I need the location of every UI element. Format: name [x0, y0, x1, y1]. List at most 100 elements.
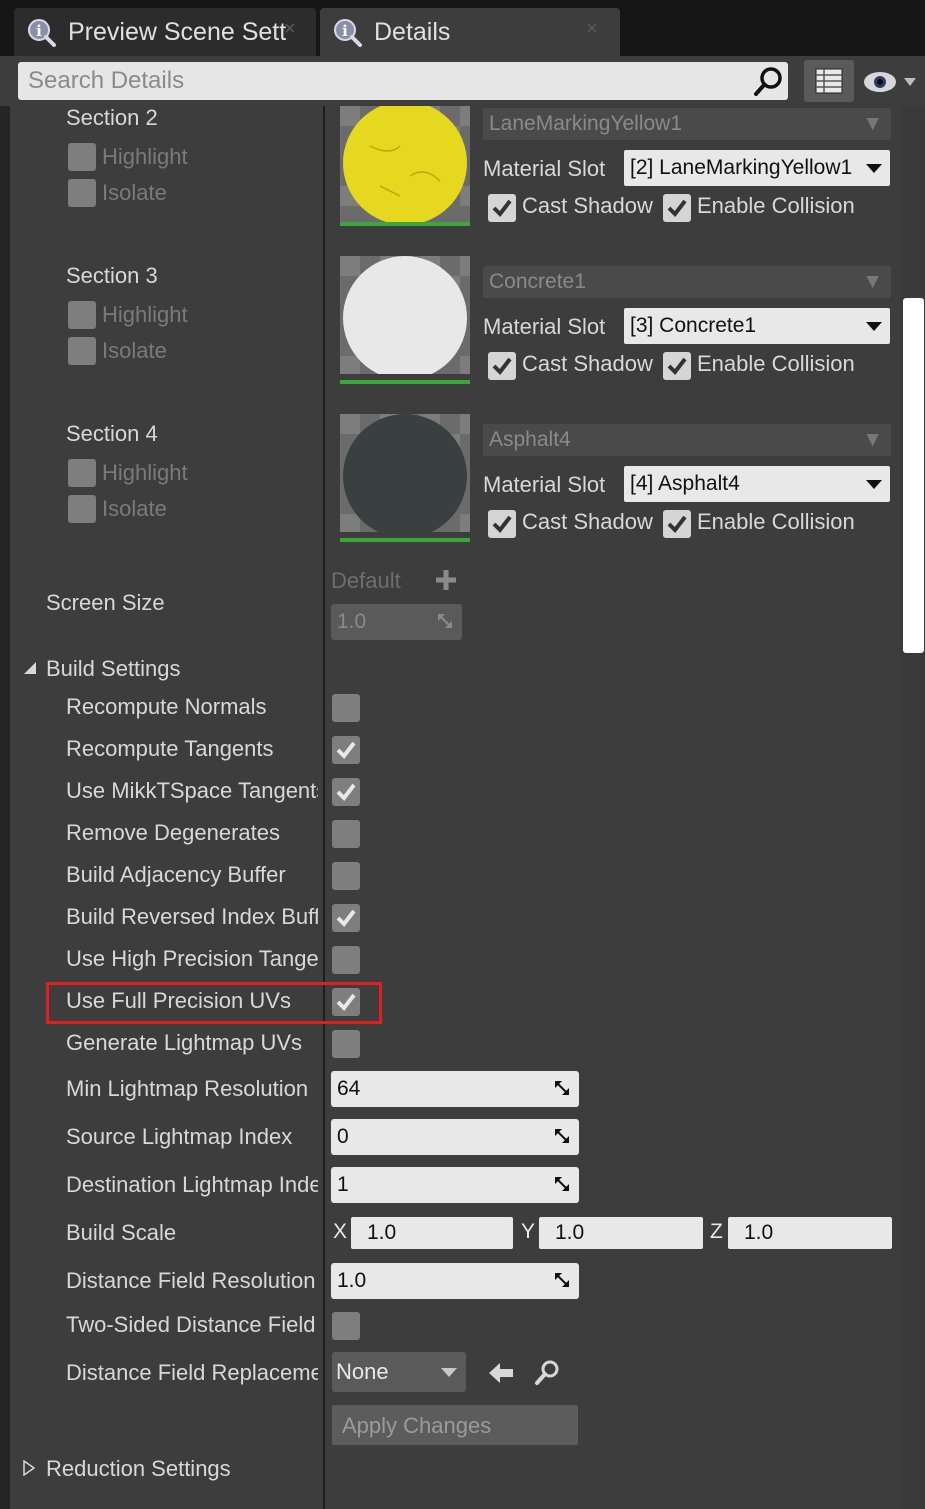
close-tab-icon[interactable]: × — [586, 18, 598, 41]
section-2-isolate-checkbox[interactable] — [68, 179, 96, 207]
use-high-precision-tangents-checkbox[interactable] — [332, 946, 360, 974]
section-4-isolate-label: Isolate — [102, 496, 167, 521]
section-3-isolate-checkbox[interactable] — [68, 337, 96, 365]
material-thumbnail[interactable] — [340, 106, 470, 224]
dropdown-arrow-icon: ▼ — [862, 428, 883, 451]
use-mikktspace-label: Use MikkTSpace Tangents — [66, 778, 318, 803]
material-picker[interactable]: LaneMarkingYellow1 ▼ — [483, 108, 891, 140]
material-name: Asphalt4 — [489, 428, 571, 451]
cast-shadow-label: Cast Shadow — [522, 351, 653, 376]
material-thumbnail[interactable] — [340, 414, 470, 532]
scrollbar-thumb[interactable] — [903, 298, 924, 653]
min-lightmap-resolution-value: 64 — [337, 1077, 361, 1100]
apply-changes-label: Apply Changes — [342, 1413, 492, 1438]
enable-collision-checkbox[interactable] — [663, 510, 691, 538]
remove-degenerates-checkbox[interactable] — [332, 820, 360, 848]
screen-size-input[interactable]: 1.0 — [331, 604, 462, 640]
section-2-isolate-label: Isolate — [102, 180, 167, 205]
enable-collision-label: Enable Collision — [697, 509, 855, 534]
collapsed-triangle-icon[interactable] — [22, 1459, 36, 1477]
build-scale-x-value: 1.0 — [367, 1221, 397, 1244]
min-lightmap-resolution-input[interactable]: 64 — [331, 1071, 579, 1107]
x-axis-label: X — [333, 1220, 348, 1243]
material-picker[interactable]: Asphalt4 ▼ — [483, 424, 891, 456]
section-3-highlight-label: Highlight — [102, 302, 188, 327]
build-scale-x-input[interactable]: 1.0 — [351, 1217, 513, 1249]
section-3-label: Section 3 — [66, 263, 158, 288]
two-sided-distance-field-checkbox[interactable] — [332, 1312, 360, 1340]
search-input[interactable] — [18, 62, 788, 100]
distance-field-replacement-dropdown[interactable]: None — [332, 1352, 466, 1392]
search-icon[interactable] — [752, 64, 786, 98]
spin-arrows-icon — [438, 614, 452, 628]
material-slot-dropdown[interactable]: [3] Concrete1 — [624, 308, 890, 344]
dropdown-arrow-icon: ▼ — [862, 270, 883, 293]
build-scale-z-input[interactable]: 1.0 — [728, 1217, 892, 1249]
cast-shadow-checkbox[interactable] — [488, 510, 516, 538]
distance-field-resolution-input[interactable]: 1.0 — [331, 1263, 579, 1299]
tab-preview-scene-settings[interactable]: i Preview Scene Sett × — [14, 8, 316, 56]
build-reversed-index-buffer-checkbox[interactable] — [332, 904, 360, 932]
source-lightmap-index-input[interactable]: 0 — [331, 1119, 579, 1155]
tab-label: Details — [374, 17, 451, 46]
destination-lightmap-index-value: 1 — [337, 1173, 349, 1196]
material-slot-dropdown[interactable]: [2] LaneMarkingYellow1 — [624, 150, 890, 186]
chevron-down-icon — [441, 1368, 457, 1377]
section-3-highlight-checkbox[interactable] — [68, 301, 96, 329]
distance-field-resolution-label: Distance Field Resolution — [66, 1268, 316, 1293]
generate-lightmap-uvs-checkbox[interactable] — [332, 1030, 360, 1058]
section-2-highlight-checkbox[interactable] — [68, 143, 96, 171]
section-4-label: Section 4 — [66, 421, 158, 446]
recompute-tangents-label: Recompute Tangents — [66, 736, 274, 761]
recompute-tangents-checkbox[interactable] — [332, 736, 360, 764]
y-axis-label: Y — [521, 1220, 536, 1243]
material-slot-value: [2] LaneMarkingYellow1 — [630, 156, 853, 179]
material-slot-value: [3] Concrete1 — [630, 314, 757, 337]
expanded-triangle-icon[interactable] — [22, 660, 38, 676]
recompute-normals-label: Recompute Normals — [66, 694, 267, 719]
use-selected-arrow-icon[interactable] — [487, 1360, 515, 1386]
tab-details[interactable]: i Details × — [320, 8, 620, 56]
default-label: Default — [331, 568, 401, 593]
distance-field-replacement-value: None — [336, 1359, 389, 1384]
enable-collision-checkbox[interactable] — [663, 352, 691, 380]
close-tab-icon[interactable]: × — [284, 18, 296, 41]
visibility-eye-icon[interactable] — [862, 66, 922, 98]
section-4-highlight-checkbox[interactable] — [68, 459, 96, 487]
browse-search-icon[interactable] — [534, 1358, 562, 1386]
material-thumbnail[interactable] — [340, 256, 470, 374]
destination-lightmap-index-input[interactable]: 1 — [331, 1167, 579, 1203]
material-slot-label: Material Slot — [483, 314, 606, 339]
build-scale-y-input[interactable]: 1.0 — [539, 1217, 703, 1249]
cast-shadow-checkbox[interactable] — [488, 352, 516, 380]
grid-list-icon — [815, 68, 843, 94]
material-name: Concrete1 — [489, 270, 586, 293]
reduction-settings-header[interactable]: Reduction Settings — [46, 1456, 231, 1482]
chevron-down-icon — [864, 316, 884, 336]
enable-collision-checkbox[interactable] — [663, 194, 691, 222]
cast-shadow-checkbox[interactable] — [488, 194, 516, 222]
section-4-isolate-checkbox[interactable] — [68, 495, 96, 523]
section-2-label: Section 2 — [66, 105, 158, 130]
screen-size-value: 1.0 — [337, 610, 367, 633]
distance-field-replacement-label: Distance Field Replacement — [66, 1360, 318, 1385]
build-settings-header[interactable]: Build Settings — [46, 656, 181, 682]
source-lightmap-index-label: Source Lightmap Index — [66, 1124, 293, 1149]
material-picker[interactable]: Concrete1 ▼ — [483, 266, 891, 298]
highlight-annotation-box — [46, 982, 382, 1024]
svg-text:i: i — [342, 22, 348, 40]
distance-field-resolution-value: 1.0 — [337, 1269, 367, 1292]
add-icon[interactable] — [434, 568, 458, 592]
view-options-button[interactable] — [804, 60, 854, 102]
section-4-highlight-label: Highlight — [102, 460, 188, 485]
use-mikktspace-checkbox[interactable] — [332, 778, 360, 806]
cast-shadow-label: Cast Shadow — [522, 193, 653, 218]
material-slot-dropdown[interactable]: [4] Asphalt4 — [624, 466, 890, 502]
recompute-normals-checkbox[interactable] — [332, 694, 360, 722]
apply-changes-button[interactable]: Apply Changes — [332, 1405, 578, 1445]
svg-text:i: i — [36, 22, 42, 40]
build-adjacency-buffer-label: Build Adjacency Buffer — [66, 862, 286, 887]
build-adjacency-buffer-checkbox[interactable] — [332, 862, 360, 890]
info-magnifier-icon: i — [332, 17, 362, 47]
build-reversed-index-buffer-label: Build Reversed Index Buffer — [66, 904, 318, 929]
